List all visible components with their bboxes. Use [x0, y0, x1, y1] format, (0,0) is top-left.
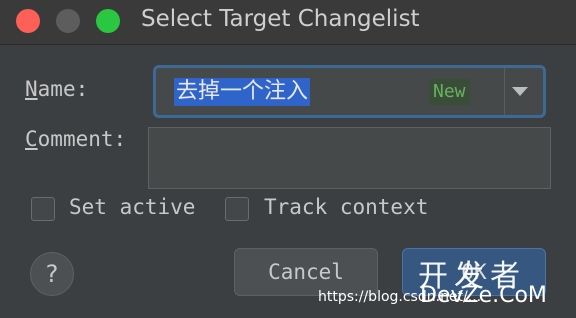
comment-textarea[interactable] [148, 127, 551, 189]
changelist-name-input[interactable]: 去掉一个注入 New [158, 70, 498, 113]
watermark-url: https://blog.csdn.net/... [318, 289, 482, 305]
window-title: Select Target Changelist [141, 6, 420, 32]
name-label-rest: ame: [37, 77, 89, 101]
track-context-label[interactable]: Track context [264, 195, 428, 219]
name-label-mnemonic: N [25, 77, 38, 101]
changelist-name-combobox[interactable]: 去掉一个注入 New [153, 65, 546, 118]
comment-label: Comment: [25, 127, 126, 151]
help-button[interactable]: ? [30, 252, 74, 296]
chevron-down-icon[interactable] [512, 87, 528, 96]
zoom-button[interactable] [96, 9, 120, 33]
comment-label-rest: omment: [37, 127, 127, 151]
track-context-checkbox[interactable] [225, 197, 249, 221]
set-active-label[interactable]: Set active [69, 195, 195, 219]
new-badge: New [429, 79, 470, 105]
close-button[interactable] [16, 9, 40, 33]
name-label: Name: [25, 77, 88, 101]
comment-label-mnemonic: C [25, 127, 38, 151]
set-active-checkbox[interactable] [31, 197, 55, 221]
changelist-name-value: 去掉一个注入 [174, 78, 311, 106]
title-bar: Select Target Changelist [0, 0, 576, 45]
combobox-separator [504, 68, 505, 115]
minimize-button[interactable] [56, 9, 80, 33]
